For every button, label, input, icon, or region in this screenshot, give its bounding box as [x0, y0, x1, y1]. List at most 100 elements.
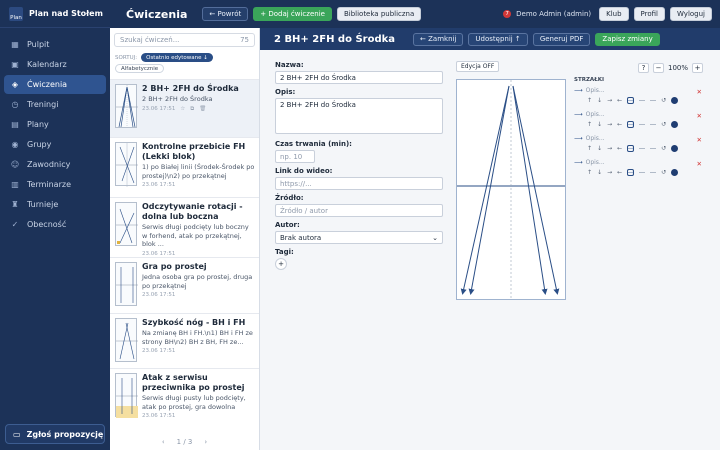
- add-exercise-button[interactable]: + Dodaj ćwiczenie: [253, 7, 332, 21]
- dash-style-icon[interactable]: [650, 148, 657, 149]
- profile-button[interactable]: Profil: [633, 7, 665, 21]
- notification-badge[interactable]: 7: [503, 10, 512, 18]
- desc-label: Opis:: [275, 88, 296, 96]
- color-dot[interactable]: [671, 145, 679, 152]
- list-item[interactable]: Odczytywanie rotacji - dolna lub boczna …: [110, 197, 259, 257]
- move-up-icon[interactable]: ↑: [587, 121, 592, 128]
- sort-recent-chip[interactable]: Ostatnio edytowane ↓: [141, 53, 213, 62]
- exercise-detail: 2 BH+ 2FH do Środka ← Zamknij Udostępnij…: [260, 28, 720, 450]
- arrow-label-input[interactable]: Opis...: [586, 111, 605, 118]
- nav-item-pulpit[interactable]: ▦ Pulpit: [4, 35, 106, 54]
- zoom-out-button[interactable]: −: [653, 63, 664, 73]
- nav-item-obecnosc[interactable]: ✓ Obecność: [4, 215, 106, 234]
- list-item[interactable]: Szybkość nóg - BH i FH Na zmianę BH i FH…: [110, 313, 259, 368]
- arrow-left-icon[interactable]: ←: [617, 121, 622, 128]
- curve-icon[interactable]: ↺: [661, 97, 666, 104]
- description-textarea[interactable]: 2 BH+ 2FH do Środka: [275, 98, 443, 134]
- sort-alpha-chip[interactable]: Alfabetycznie: [115, 64, 165, 73]
- close-button[interactable]: ← Zamknij: [413, 32, 464, 46]
- style-toggle-icon[interactable]: ⟶: [627, 145, 634, 152]
- color-dot[interactable]: [671, 121, 679, 128]
- nav-item-plany[interactable]: ▤ Plany: [4, 115, 106, 134]
- nav-item-kalendarz[interactable]: ▣ Kalendarz: [4, 55, 106, 74]
- public-library-button[interactable]: Biblioteka publiczna: [336, 7, 422, 21]
- sidebar: Plan Plan nad Stołem ▦ Pulpit ▣ Kalendarz …: [0, 0, 110, 450]
- tags-label: Tagi:: [275, 248, 294, 256]
- delete-arrow-icon[interactable]: ✕: [697, 112, 702, 120]
- next-page-button[interactable]: ›: [204, 438, 207, 446]
- nav-item-terminarze[interactable]: ▥ Terminarze: [4, 175, 106, 194]
- style-toggle-icon[interactable]: ⟶: [627, 97, 634, 104]
- exercise-thumbnail: [115, 318, 138, 362]
- source-input[interactable]: Źródło / autor: [275, 204, 443, 217]
- curve-icon[interactable]: ↺: [661, 145, 666, 152]
- share-button[interactable]: Udostępnij ↑: [468, 32, 528, 46]
- nav-item-grupy[interactable]: ◉ Grupy: [4, 135, 106, 154]
- duration-input[interactable]: np. 10: [275, 150, 315, 163]
- nav-item-treningi[interactable]: ◷ Treningi: [4, 95, 106, 114]
- arrow-right-icon[interactable]: →: [607, 169, 612, 176]
- club-button[interactable]: Klub: [599, 7, 629, 21]
- generate-pdf-button[interactable]: Generuj PDF: [532, 32, 591, 46]
- copy-icon[interactable]: ⧉: [190, 106, 194, 113]
- table-diagram-canvas[interactable]: [456, 79, 566, 300]
- trash-icon[interactable]: 🗑︎: [199, 106, 206, 112]
- logout-button[interactable]: Wyloguj: [670, 7, 712, 21]
- delete-arrow-icon[interactable]: ✕: [697, 160, 702, 168]
- arrow-left-icon[interactable]: ←: [617, 97, 622, 104]
- curve-icon[interactable]: ↺: [661, 121, 666, 128]
- arrow-left-icon[interactable]: ←: [617, 169, 622, 176]
- prev-page-button[interactable]: ‹: [162, 438, 165, 446]
- diagram-area: Edycja OFF: [456, 61, 569, 301]
- delete-arrow-icon[interactable]: ✕: [697, 88, 702, 96]
- style-toggle-icon[interactable]: ⟶: [627, 169, 634, 176]
- author-select[interactable]: Brak autora ⌄: [275, 231, 443, 244]
- dash-style-icon[interactable]: [650, 172, 657, 173]
- zoom-in-button[interactable]: +: [692, 63, 704, 73]
- brand[interactable]: Plan Plan nad Stołem: [0, 0, 110, 28]
- name-input[interactable]: 2 BH+ 2FH do Środka: [275, 71, 443, 84]
- dash-style-icon[interactable]: [650, 100, 657, 101]
- line-style-icon[interactable]: [639, 100, 646, 101]
- move-down-icon[interactable]: ↓: [597, 97, 602, 104]
- help-button[interactable]: ?: [638, 63, 649, 73]
- move-up-icon[interactable]: ↑: [587, 169, 592, 176]
- arrow-right-icon[interactable]: →: [607, 121, 612, 128]
- star-icon[interactable]: ☆: [180, 106, 185, 112]
- line-style-icon[interactable]: [639, 148, 646, 149]
- list-item[interactable]: Kontrolne przebicie FH (Lekki blok) 1) p…: [110, 137, 259, 197]
- video-input[interactable]: https://...: [275, 177, 443, 190]
- color-dot[interactable]: [671, 97, 679, 104]
- style-toggle-icon[interactable]: ⟶: [627, 121, 634, 128]
- arrows-header: STRZAŁKI: [574, 77, 605, 83]
- curve-icon[interactable]: ↺: [661, 169, 666, 176]
- back-button[interactable]: ← Powrót: [202, 7, 249, 21]
- arrow-left-icon[interactable]: ←: [617, 145, 622, 152]
- arrow-right-icon[interactable]: →: [607, 97, 612, 104]
- list-item[interactable]: 2 BH+ 2FH do Środka 2 BH+ 2FH do Środka …: [110, 79, 259, 137]
- list-item[interactable]: Gra po prostej Jedna osoba gra po proste…: [110, 257, 259, 313]
- propose-button[interactable]: ▭ Zgłoś propozycję: [5, 424, 105, 444]
- dash-style-icon[interactable]: [650, 124, 657, 125]
- arrow-right-icon[interactable]: →: [607, 145, 612, 152]
- move-down-icon[interactable]: ↓: [597, 169, 602, 176]
- move-up-icon[interactable]: ↑: [587, 145, 592, 152]
- nav-item-zawodnicy[interactable]: ☺ Zawodnicy: [4, 155, 106, 174]
- move-down-icon[interactable]: ↓: [597, 145, 602, 152]
- line-style-icon[interactable]: [639, 124, 646, 125]
- delete-arrow-icon[interactable]: ✕: [697, 136, 702, 144]
- list-item[interactable]: Atak z serwisu przeciwnika po prostej Se…: [110, 368, 259, 426]
- search-input[interactable]: Szukaj ćwiczeń... 75: [114, 33, 255, 47]
- arrow-label-input[interactable]: Opis...: [586, 87, 605, 94]
- arrow-label-input[interactable]: Opis...: [586, 135, 605, 142]
- move-up-icon[interactable]: ↑: [587, 97, 592, 104]
- move-down-icon[interactable]: ↓: [597, 121, 602, 128]
- edit-mode-toggle[interactable]: Edycja OFF: [456, 61, 500, 72]
- nav-item-cwiczenia[interactable]: ◈ Ćwiczenia: [4, 75, 106, 94]
- arrow-label-input[interactable]: Opis...: [586, 159, 605, 166]
- nav-item-turnieje[interactable]: ♜ Turnieje: [4, 195, 106, 214]
- save-button[interactable]: Zapisz zmiany: [595, 32, 660, 46]
- add-tag-button[interactable]: +: [275, 258, 287, 270]
- line-style-icon[interactable]: [639, 172, 646, 173]
- color-dot[interactable]: [671, 169, 679, 176]
